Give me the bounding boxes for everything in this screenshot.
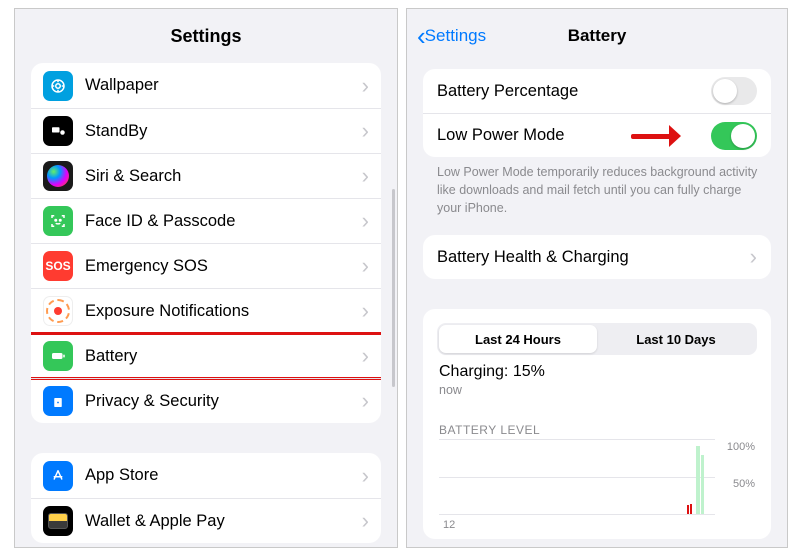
faceid-icon (43, 206, 73, 236)
usage-group: Last 24 Hours Last 10 Days Charging: 15%… (423, 309, 771, 539)
charging-value: Charging: 15% (439, 363, 545, 380)
standby-icon (43, 116, 73, 146)
battery-icon (43, 341, 73, 371)
y-tick-100: 100% (719, 441, 755, 453)
row-sos[interactable]: SOS Emergency SOS › (31, 243, 381, 288)
chevron-right-icon: › (362, 300, 369, 322)
charging-sub: now (439, 383, 755, 397)
siri-icon (43, 161, 73, 191)
row-label: Emergency SOS (85, 257, 362, 276)
row-label: Battery (85, 347, 362, 366)
page-title: Battery (568, 26, 627, 46)
chart-bar (690, 504, 692, 515)
charging-status: Charging: 15% now (439, 363, 755, 397)
row-wallpaper[interactable]: Wallpaper › (31, 63, 381, 108)
y-tick-50: 50% (719, 478, 755, 490)
row-wallet[interactable]: Wallet & Apple Pay › (31, 498, 381, 543)
segment-last-10d[interactable]: Last 10 Days (597, 325, 755, 353)
row-label: StandBy (85, 122, 362, 141)
chevron-right-icon: › (362, 255, 369, 277)
chevron-right-icon: › (750, 244, 757, 270)
segment-last-24h[interactable]: Last 24 Hours (439, 325, 597, 353)
settings-list-pane: Settings Wallpaper › StandBy › Siri & Se… (14, 8, 398, 548)
privacy-icon (43, 386, 73, 416)
exposure-icon (43, 296, 73, 326)
row-label: Privacy & Security (85, 392, 362, 411)
time-range-segmented[interactable]: Last 24 Hours Last 10 Days (437, 323, 757, 355)
appstore-icon (43, 461, 73, 491)
row-label: Battery Percentage (437, 82, 711, 101)
header: Settings (15, 9, 397, 63)
chart-bar (687, 505, 689, 514)
chevron-right-icon: › (362, 465, 369, 487)
chevron-right-icon: › (362, 120, 369, 142)
page-title: Settings (170, 26, 241, 47)
row-siri[interactable]: Siri & Search › (31, 153, 381, 198)
row-label: Wallpaper (85, 76, 362, 95)
row-low-power-mode[interactable]: Low Power Mode (423, 113, 771, 157)
chart-legend: BATTERY LEVEL (439, 423, 755, 437)
row-battery[interactable]: Battery › (31, 333, 381, 378)
back-label: Settings (425, 26, 486, 46)
chevron-right-icon: › (362, 210, 369, 232)
row-label: Battery Health & Charging (437, 248, 750, 267)
x-tick-12: 12 (443, 519, 455, 531)
row-label: Exposure Notifications (85, 302, 362, 321)
row-standby[interactable]: StandBy › (31, 108, 381, 153)
row-battery-health[interactable]: Battery Health & Charging › (423, 235, 771, 279)
chevron-right-icon: › (362, 390, 369, 412)
chevron-right-icon: › (362, 510, 369, 532)
row-appstore[interactable]: App Store › (31, 453, 381, 498)
chart-plot (439, 439, 715, 515)
header: ‹ Settings Battery (407, 9, 787, 63)
battery-level-chart: 100% 50% 12 (439, 439, 755, 529)
scrollbar[interactable] (392, 189, 395, 387)
back-button[interactable]: ‹ Settings (417, 21, 486, 52)
sos-icon: SOS (43, 251, 73, 281)
chart-bar (696, 446, 700, 514)
chevron-right-icon: › (362, 165, 369, 187)
row-exposure[interactable]: Exposure Notifications › (31, 288, 381, 333)
row-faceid[interactable]: Face ID & Passcode › (31, 198, 381, 243)
row-label: Wallet & Apple Pay (85, 512, 362, 531)
row-battery-percentage[interactable]: Battery Percentage (423, 69, 771, 113)
row-label: App Store (85, 466, 362, 485)
row-label: Siri & Search (85, 167, 362, 186)
wallet-icon (43, 506, 73, 536)
chart-bar (701, 455, 704, 514)
settings-group-2: App Store › Wallet & Apple Pay › (31, 453, 381, 543)
wallpaper-icon (43, 71, 73, 101)
settings-group-1: Wallpaper › StandBy › Siri & Search › Fa… (31, 63, 381, 423)
low-power-mode-switch[interactable] (711, 122, 757, 150)
row-label: Face ID & Passcode (85, 212, 362, 231)
health-group: Battery Health & Charging › (423, 235, 771, 279)
toggle-group: Battery Percentage Low Power Mode (423, 69, 771, 157)
battery-percentage-switch[interactable] (711, 77, 757, 105)
row-privacy[interactable]: Privacy & Security › (31, 378, 381, 423)
chevron-right-icon: › (362, 345, 369, 367)
chevron-right-icon: › (362, 75, 369, 97)
low-power-mode-footer: Low Power Mode temporarily reduces backg… (437, 163, 759, 217)
battery-detail-pane: ‹ Settings Battery Battery Percentage Lo… (406, 8, 788, 548)
